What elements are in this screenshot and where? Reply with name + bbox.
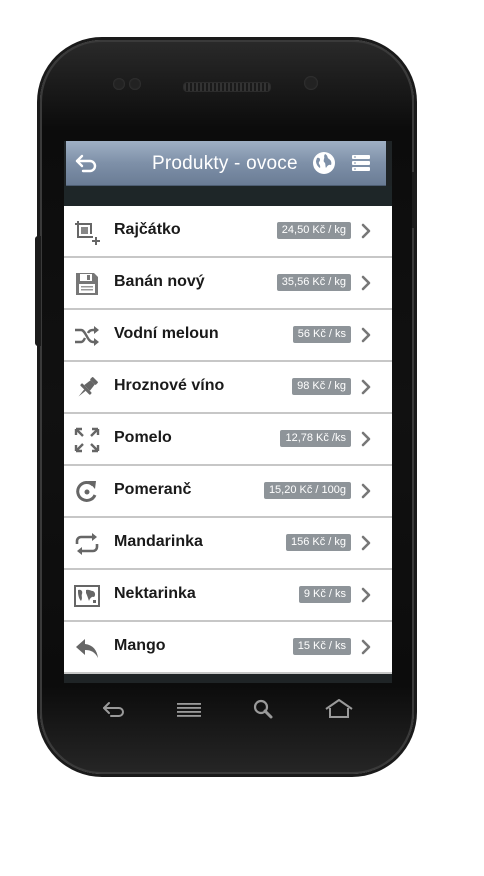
price-badge: 15 Kč / ks xyxy=(292,638,351,655)
save-icon xyxy=(76,273,98,295)
list-item[interactable]: Hroznové víno 98 Kč / kg xyxy=(64,362,392,414)
search-icon xyxy=(253,699,273,719)
list-bottom-edge xyxy=(64,674,392,683)
price-badge: 98 Kč / kg xyxy=(292,378,351,395)
price-badge: 156 Kč / kg xyxy=(285,534,351,551)
chevron-right-icon xyxy=(361,483,371,499)
crop-add-icon xyxy=(75,221,100,245)
product-list: Rajčátko 24,50 Kč / kg Banán nový 35,56 … xyxy=(64,206,392,674)
price-badge: 9 Kč / ks xyxy=(298,586,351,603)
list-item[interactable]: Pomelo 12,78 Kč /ks xyxy=(64,414,392,466)
chevron-right-icon xyxy=(361,587,371,603)
globe-button[interactable] xyxy=(312,151,336,175)
reply-icon xyxy=(76,639,98,658)
volume-button xyxy=(35,236,41,346)
product-name: Banán nový xyxy=(114,273,205,290)
product-name: Mango xyxy=(114,637,166,654)
page-title: Produkty - ovoce xyxy=(152,153,298,174)
chevron-right-icon xyxy=(361,275,371,291)
list-item[interactable]: Rajčátko 24,50 Kč / kg xyxy=(64,206,392,258)
home-icon xyxy=(325,699,353,718)
map-icon xyxy=(74,585,100,607)
chevron-right-icon xyxy=(361,379,371,395)
price-badge: 56 Kč / ks xyxy=(292,326,351,343)
back-icon xyxy=(103,702,124,717)
expand-icon xyxy=(74,427,100,453)
system-search-button[interactable] xyxy=(250,698,276,720)
front-camera-icon xyxy=(304,76,318,90)
product-name: Pomelo xyxy=(114,429,172,446)
sensor-icon xyxy=(113,78,125,90)
screen: Produkty - ovoce Rajčátko 24,50 Kč / kg … xyxy=(64,141,392,683)
menu-button[interactable] xyxy=(351,153,371,173)
list-item[interactable]: Mango 15 Kč / ks xyxy=(64,622,392,674)
list-item[interactable]: Vodní meloun 56 Kč / ks xyxy=(64,310,392,362)
price-badge: 24,50 Kč / kg xyxy=(276,222,351,239)
globe-icon xyxy=(313,152,335,174)
list-item[interactable]: Nektarinka 9 Kč / ks xyxy=(64,570,392,622)
menu-icon xyxy=(177,703,201,717)
chevron-right-icon xyxy=(361,431,371,447)
header-shadow-strip xyxy=(64,186,392,206)
chevron-right-icon xyxy=(361,223,371,239)
price-badge: 12,78 Kč /ks xyxy=(280,430,351,447)
system-navbar xyxy=(80,690,380,730)
repeat-icon xyxy=(75,533,99,555)
product-name: Mandarinka xyxy=(114,533,203,550)
system-back-button[interactable] xyxy=(101,698,127,720)
back-arrow-icon xyxy=(75,154,97,173)
phone-frame: Produkty - ovoce Rajčátko 24,50 Kč / kg … xyxy=(40,40,414,774)
chevron-right-icon xyxy=(361,535,371,551)
chevron-right-icon xyxy=(361,327,371,343)
chevron-right-icon xyxy=(361,639,371,655)
back-button[interactable] xyxy=(66,141,106,185)
list-item[interactable]: Pomeranč 15,20 Kč / 100g xyxy=(64,466,392,518)
product-name: Vodní meloun xyxy=(114,325,219,342)
app-header: Produkty - ovoce xyxy=(66,141,386,186)
sensor-icon xyxy=(129,78,141,90)
refresh-icon xyxy=(76,480,97,502)
shuffle-icon xyxy=(75,326,99,346)
list-item[interactable]: Mandarinka 156 Kč / kg xyxy=(64,518,392,570)
product-name: Nektarinka xyxy=(114,585,196,602)
system-home-button[interactable] xyxy=(324,698,353,720)
price-badge: 35,56 Kč / kg xyxy=(276,274,351,291)
menu-icon xyxy=(352,155,370,171)
system-menu-button[interactable] xyxy=(176,698,202,720)
earpiece-speaker xyxy=(183,82,271,92)
power-button xyxy=(412,172,417,228)
product-name: Rajčátko xyxy=(114,221,181,238)
product-name: Hroznové víno xyxy=(114,377,225,394)
pin-icon xyxy=(78,377,98,397)
product-name: Pomeranč xyxy=(114,481,192,498)
price-badge: 15,20 Kč / 100g xyxy=(263,482,351,499)
list-item[interactable]: Banán nový 35,56 Kč / kg xyxy=(64,258,392,310)
